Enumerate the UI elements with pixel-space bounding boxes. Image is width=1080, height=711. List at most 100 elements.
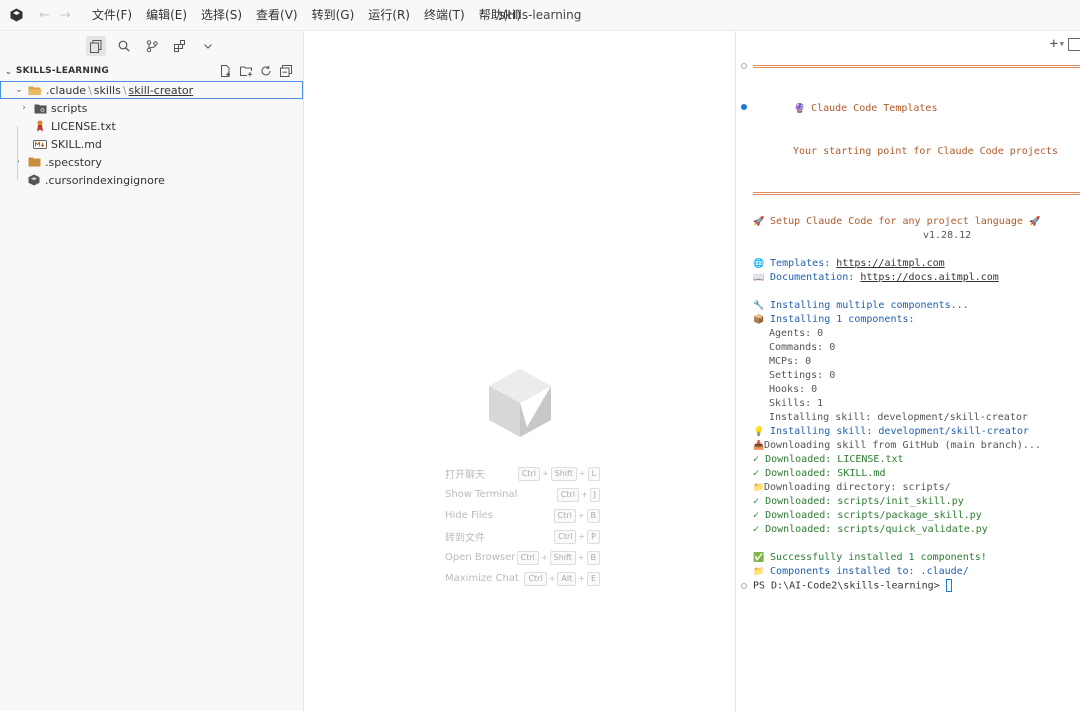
tree-label-license: LICENSE.txt [51, 119, 116, 133]
downloading-skill-line: 📥Downloading skill from GitHub (main bra… [753, 439, 1041, 453]
menu-go[interactable]: 转到(G) [305, 0, 362, 31]
installed-to-line: 📁 Components installed to: .claude/ [753, 565, 969, 579]
refresh-icon[interactable] [259, 64, 273, 78]
count-agents: Agents: 0 [769, 328, 824, 339]
downloaded-validate-text: Downloaded: scripts/quick_validate.py [765, 524, 988, 535]
terminal-toolbar: + ▼ [736, 31, 1080, 57]
key-combo: Ctrl + B [553, 508, 600, 523]
tree-row-specstory[interactable]: › .specstory [0, 153, 303, 171]
new-file-icon[interactable] [219, 64, 233, 78]
cube-icon [27, 174, 41, 186]
docs-link[interactable]: https://docs.aitmpl.com [860, 272, 998, 283]
chevron-down-icon[interactable]: ▼ [1060, 40, 1064, 48]
breadcrumb-separator: \ [88, 83, 92, 97]
prompt-line[interactable]: PS D:\AI-Code2\skills-learning> [753, 579, 952, 594]
downloaded-package-line: ✓ Downloaded: scripts/package_skill.py [753, 509, 982, 523]
templates-link[interactable]: https://aitmpl.com [836, 258, 944, 269]
command-decoration-icon[interactable] [741, 104, 747, 110]
key-combo: Ctrl + P [554, 529, 600, 544]
downloaded-skill-line: ✓ Downloaded: SKILL.md [753, 467, 885, 481]
menu-help[interactable]: 帮助(H) [472, 0, 528, 31]
shortcut-go-to-file[interactable]: 转到文件 Ctrl + P [445, 526, 600, 547]
version-text: v1.28.12 [923, 230, 972, 241]
menu-run[interactable]: 运行(R) [361, 0, 417, 31]
shortcut-label: Open Browser [445, 552, 516, 563]
terminal-profile-icon[interactable] [1068, 38, 1080, 51]
check-icon: ✓ [753, 496, 760, 507]
search-icon[interactable] [114, 36, 134, 56]
key: Shift [549, 550, 576, 565]
key-combo: Ctrl + J [556, 487, 600, 502]
installing-skill-line: 💡 Installing skill: development/skill-cr… [753, 425, 1029, 439]
breadcrumb-skill-creator[interactable]: skill-creator [129, 84, 194, 97]
source-control-icon[interactable] [142, 36, 162, 56]
sidebar-toolbar [0, 31, 303, 59]
key: Alt [557, 571, 577, 586]
new-folder-icon[interactable] [239, 64, 253, 78]
key: Ctrl [554, 529, 577, 544]
check-icon: ✓ [753, 468, 760, 479]
key-combo: Ctrl + Shift + L [517, 466, 600, 481]
breadcrumb-separator: \ [122, 83, 127, 97]
shortcut-show-terminal[interactable]: Show Terminal Ctrl + J [445, 484, 600, 505]
explorer-files-icon[interactable] [85, 36, 106, 56]
shortcut-hide-files[interactable]: Hide Files Ctrl + B [445, 505, 600, 526]
count-hooks: Hooks: 0 [769, 384, 818, 395]
command-decoration-icon[interactable] [741, 583, 747, 589]
check-box-icon: ✅ [753, 553, 765, 563]
workspace-name: SKILLS-LEARNING [15, 66, 109, 76]
new-terminal-plus-icon[interactable]: + [1050, 36, 1058, 52]
explorer-section-header[interactable]: ⌄ SKILLS-LEARNING [0, 61, 303, 81]
menu-edit[interactable]: 编辑(E) [139, 0, 194, 31]
shortcut-hints: 打开聊天 Ctrl + Shift + L Show Terminal Ctrl + … [445, 463, 600, 589]
downloaded-license-text: Downloaded: LICENSE.txt [765, 454, 904, 465]
menu-terminal[interactable]: 终端(T) [417, 0, 472, 31]
shortcut-label: Hide Files [445, 510, 493, 521]
key: L [587, 466, 600, 481]
shortcut-open-browser[interactable]: Open Browser Ctrl + Shift + B [445, 547, 600, 568]
back-arrow-icon[interactable]: ← [39, 8, 50, 23]
rocket-icon: 🚀 [1028, 217, 1041, 227]
folder-gear-icon [33, 102, 47, 114]
command-decoration-icon[interactable] [741, 63, 747, 69]
terminal-panel[interactable]: + ▼ 🔮 Claude Code Templates Your startin… [735, 31, 1080, 711]
tree-row-cursorindexingignore[interactable]: .cursorindexingignore [0, 171, 303, 189]
docs-line: 📖 Documentation: https://docs.aitmpl.com [753, 271, 999, 285]
tree-row-license[interactable]: LICENSE.txt [0, 117, 303, 135]
tree-label-cursorindexingignore: .cursorindexingignore [45, 173, 165, 187]
globe-icon: 🌐 [753, 259, 765, 269]
menu-selection[interactable]: 选择(S) [194, 0, 249, 31]
more-views-chevron-icon[interactable] [198, 36, 218, 56]
downloaded-validate-line: ✓ Downloaded: scripts/quick_validate.py [753, 523, 988, 537]
count-commands: Commands: 0 [769, 342, 836, 353]
menu-view[interactable]: 查看(V) [249, 0, 305, 31]
extensions-icon[interactable] [170, 36, 190, 56]
installing-multiple-line: 🔧 Installing multiple components... [753, 299, 969, 313]
check-icon: ✓ [753, 524, 760, 535]
shortcut-label: 打开聊天 [445, 470, 485, 481]
folder-icon: 📁 [753, 567, 765, 577]
chevron-down-icon: ⌄ [5, 66, 12, 76]
downloaded-skill-text: Downloaded: SKILL.md [765, 468, 886, 479]
tree-row-scripts[interactable]: › scripts [0, 99, 303, 117]
banner-subtitle: Your starting point for Claude Code proj… [793, 146, 1058, 157]
cursor-logo-icon [9, 8, 23, 22]
tree-row-skill-creator[interactable]: ⌄ .claude \ skills \ skill-creator [0, 81, 303, 99]
collapse-all-icon[interactable] [279, 64, 293, 78]
shortcut-label: Show Terminal [445, 489, 518, 500]
explorer-actions [219, 64, 293, 78]
chevron-down-icon: ⌄ [15, 85, 23, 95]
shortcut-maximize-chat[interactable]: Maximize Chat Ctrl + Alt + E [445, 568, 600, 589]
shortcut-open-chat[interactable]: 打开聊天 Ctrl + Shift + L [445, 463, 600, 484]
menu-file[interactable]: 文件(F) [85, 0, 139, 31]
forward-arrow-icon[interactable]: → [60, 8, 71, 23]
installing-skill-plain: Installing skill: development/skill-crea… [769, 412, 1028, 423]
breadcrumb-claude[interactable]: .claude [46, 84, 86, 97]
tree-row-skill-md[interactable]: SKILL.md [0, 135, 303, 153]
breadcrumb-skills[interactable]: skills [94, 84, 121, 97]
installing-multiple-text: Installing multiple components... [770, 300, 969, 311]
key: Ctrl [556, 487, 579, 502]
indent-guide [17, 126, 18, 180]
package-icon: 📦 [753, 315, 765, 325]
book-icon: 📖 [753, 273, 765, 283]
